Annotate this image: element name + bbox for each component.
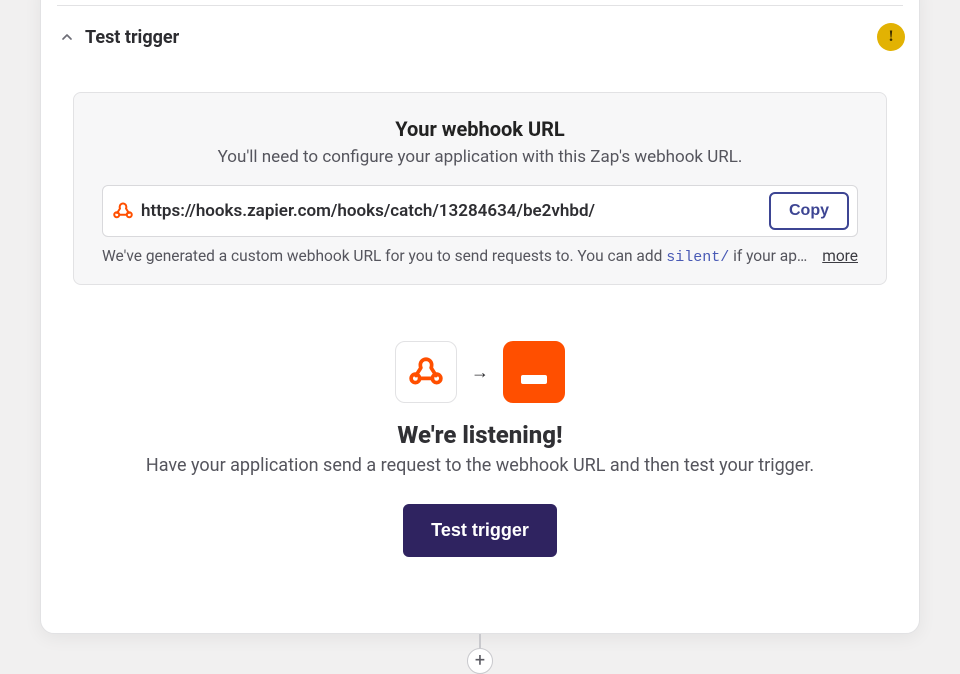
webhook-help-text: We've generated a custom webhook URL for…: [102, 247, 814, 266]
target-app-tile: [503, 341, 565, 403]
add-step-connector: +: [467, 634, 493, 674]
panel-header: Test trigger !: [41, 7, 919, 67]
webhook-app-tile: [395, 341, 457, 403]
panel-divider: [57, 5, 903, 6]
webhook-url[interactable]: https://hooks.zapier.com/hooks/catch/132…: [141, 201, 769, 221]
app-pair: →: [395, 341, 565, 403]
section-title: Test trigger: [85, 27, 179, 48]
silent-path-code: silent/: [666, 249, 729, 266]
copy-button[interactable]: Copy: [769, 192, 849, 230]
chevron-up-icon: [59, 29, 75, 45]
collapse-toggle[interactable]: [55, 25, 79, 49]
add-step-button[interactable]: +: [467, 648, 493, 674]
webhook-url-row: https://hooks.zapier.com/hooks/catch/132…: [102, 185, 858, 237]
webhook-icon: [111, 199, 135, 223]
listening-block: → We're listening! Have your application…: [41, 341, 919, 557]
test-trigger-button[interactable]: Test trigger: [403, 504, 557, 557]
connector-line: [479, 634, 481, 648]
webhook-icon: [409, 355, 443, 389]
webhook-subtitle: You'll need to configure your applicatio…: [102, 147, 858, 167]
plus-icon: +: [475, 652, 485, 670]
webhook-card: Your webhook URL You'll need to configur…: [73, 92, 887, 285]
listening-heading: We're listening!: [41, 421, 919, 449]
listening-subtitle: Have your application send a request to …: [41, 455, 919, 476]
status-badge-warning[interactable]: !: [877, 23, 905, 51]
webhook-title: Your webhook URL: [102, 117, 858, 141]
more-link[interactable]: more: [822, 247, 858, 265]
webhook-help: We've generated a custom webhook URL for…: [102, 247, 858, 266]
exclamation-icon: !: [888, 28, 893, 46]
step-panel: Test trigger ! Your webhook URL You'll n…: [40, 0, 920, 634]
arrow-right-icon: →: [471, 362, 489, 383]
